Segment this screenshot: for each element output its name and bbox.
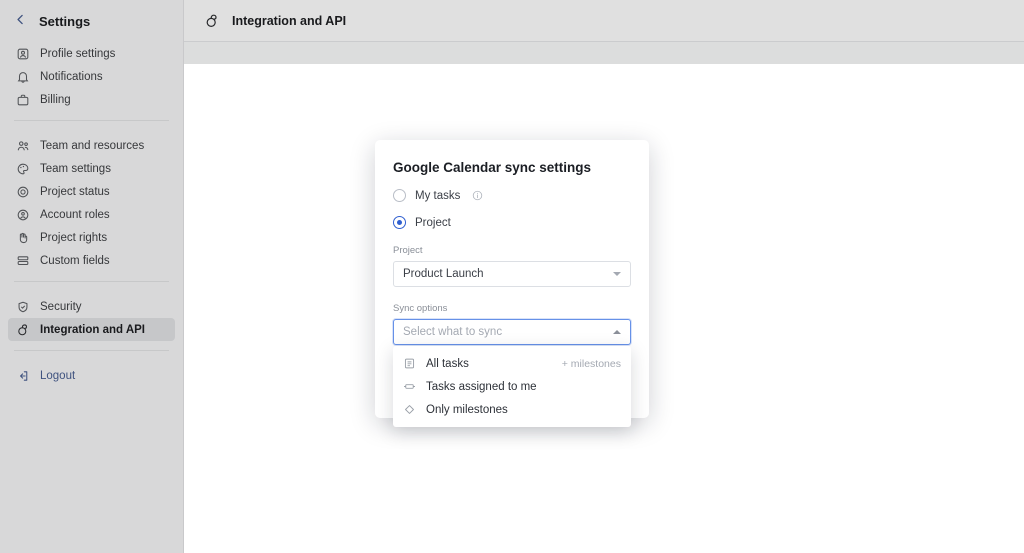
sidebar-item-label: Profile settings — [40, 47, 116, 60]
project-field-label: Project — [393, 245, 423, 256]
page-header: Integration and API — [184, 0, 1024, 42]
dropdown-item-only-milestones[interactable]: Only milestones — [393, 398, 631, 421]
sidebar-item-security[interactable]: Security — [8, 295, 175, 318]
briefcase-icon — [16, 93, 30, 107]
sidebar-title: Settings — [39, 13, 91, 29]
sidebar-item-label: Custom fields — [40, 254, 110, 267]
project-select-value: Product Launch — [403, 268, 484, 280]
sidebar-item-team-settings[interactable]: Team settings — [8, 157, 175, 180]
radio-option-project[interactable]: Project — [393, 216, 631, 229]
settings-sidebar: Settings Profile settings Notifications … — [0, 0, 184, 553]
chevron-up-icon — [613, 330, 621, 334]
sidebar-item-label: Security — [40, 300, 82, 313]
sidebar-item-label: Team and resources — [40, 139, 145, 152]
sidebar-item-project-rights[interactable]: Project rights — [8, 226, 175, 249]
sync-options-field-label: Sync options — [393, 303, 448, 314]
list-icon — [403, 357, 416, 370]
sidebar-group-4: Logout — [0, 360, 183, 387]
sidebar-item-project-status[interactable]: Project status — [8, 180, 175, 203]
dropdown-item-all-tasks[interactable]: All tasks + milestones — [393, 352, 631, 375]
sidebar-item-label: Project rights — [40, 231, 108, 244]
people-icon — [16, 139, 30, 153]
sidebar-divider — [14, 350, 169, 351]
palette-icon — [16, 162, 30, 176]
sidebar-header: Settings — [0, 4, 183, 38]
sync-options-select[interactable]: Select what to sync — [393, 319, 631, 345]
chevron-left-icon[interactable] — [14, 13, 27, 29]
diamond-icon — [403, 403, 416, 416]
project-radio[interactable] — [393, 216, 406, 229]
target-icon — [16, 185, 30, 199]
my-tasks-radio[interactable] — [393, 189, 406, 202]
sidebar-item-label: Team settings — [40, 162, 111, 175]
dropdown-item-note: + milestones — [561, 357, 621, 370]
sync-options-placeholder: Select what to sync — [403, 326, 503, 338]
sidebar-item-label: Billing — [40, 93, 71, 106]
shield-icon — [16, 300, 30, 314]
sidebar-item-integration-and-api[interactable]: Integration and API — [8, 318, 175, 341]
bell-icon — [16, 70, 30, 84]
sidebar-divider — [14, 120, 169, 121]
sidebar-item-label: Notifications — [40, 70, 103, 83]
sync-options-dropdown: All tasks + milestones Tasks assigned to… — [393, 346, 631, 427]
project-label: Project — [415, 216, 451, 229]
user-card-icon — [16, 47, 30, 61]
settings-content: Integration Missing something you need? … — [184, 42, 1024, 64]
page-title: Integration and API — [232, 13, 347, 28]
project-select[interactable]: Product Launch — [393, 261, 631, 287]
sidebar-group-2: Team and resources Team settings Project… — [0, 130, 183, 272]
rows-icon — [16, 254, 30, 268]
sidebar-item-label: Integration and API — [40, 323, 145, 336]
hand-icon — [16, 231, 30, 245]
sidebar-item-custom-fields[interactable]: Custom fields — [8, 249, 175, 272]
sidebar-group-1: Profile settings Notifications Billing — [0, 38, 183, 111]
info-icon[interactable] — [472, 190, 483, 201]
user-circle-icon — [16, 208, 30, 222]
sidebar-divider — [14, 281, 169, 282]
sidebar-item-logout[interactable]: Logout — [8, 364, 175, 387]
my-tasks-label: My tasks — [415, 189, 461, 202]
task-bar-icon — [403, 380, 416, 393]
chevron-down-icon — [613, 272, 621, 276]
dropdown-item-label: All tasks — [426, 357, 469, 370]
google-calendar-sync-modal: Google Calendar sync settings My tasks P… — [375, 140, 649, 427]
sidebar-group-3: Security Integration and API — [0, 291, 183, 341]
dropdown-item-label: Only milestones — [426, 403, 508, 416]
logout-icon — [16, 369, 30, 383]
dropdown-item-label: Tasks assigned to me — [426, 380, 537, 393]
dropdown-item-tasks-assigned-to-me[interactable]: Tasks assigned to me — [393, 375, 631, 398]
app-root: Settings Profile settings Notifications … — [0, 0, 1024, 553]
radio-option-my-tasks[interactable]: My tasks — [393, 189, 631, 202]
sidebar-item-label: Project status — [40, 185, 110, 198]
sidebar-item-notifications[interactable]: Notifications — [8, 65, 175, 88]
sidebar-item-account-roles[interactable]: Account roles — [8, 203, 175, 226]
sidebar-item-label: Logout — [40, 369, 76, 382]
plug-icon — [16, 323, 30, 337]
plug-icon — [204, 13, 220, 29]
sidebar-item-label: Account roles — [40, 208, 110, 221]
modal-title: Google Calendar sync settings — [393, 160, 592, 175]
sidebar-item-team-and-resources[interactable]: Team and resources — [8, 134, 175, 157]
sidebar-item-billing[interactable]: Billing — [8, 88, 175, 111]
sidebar-item-profile-settings[interactable]: Profile settings — [8, 42, 175, 65]
